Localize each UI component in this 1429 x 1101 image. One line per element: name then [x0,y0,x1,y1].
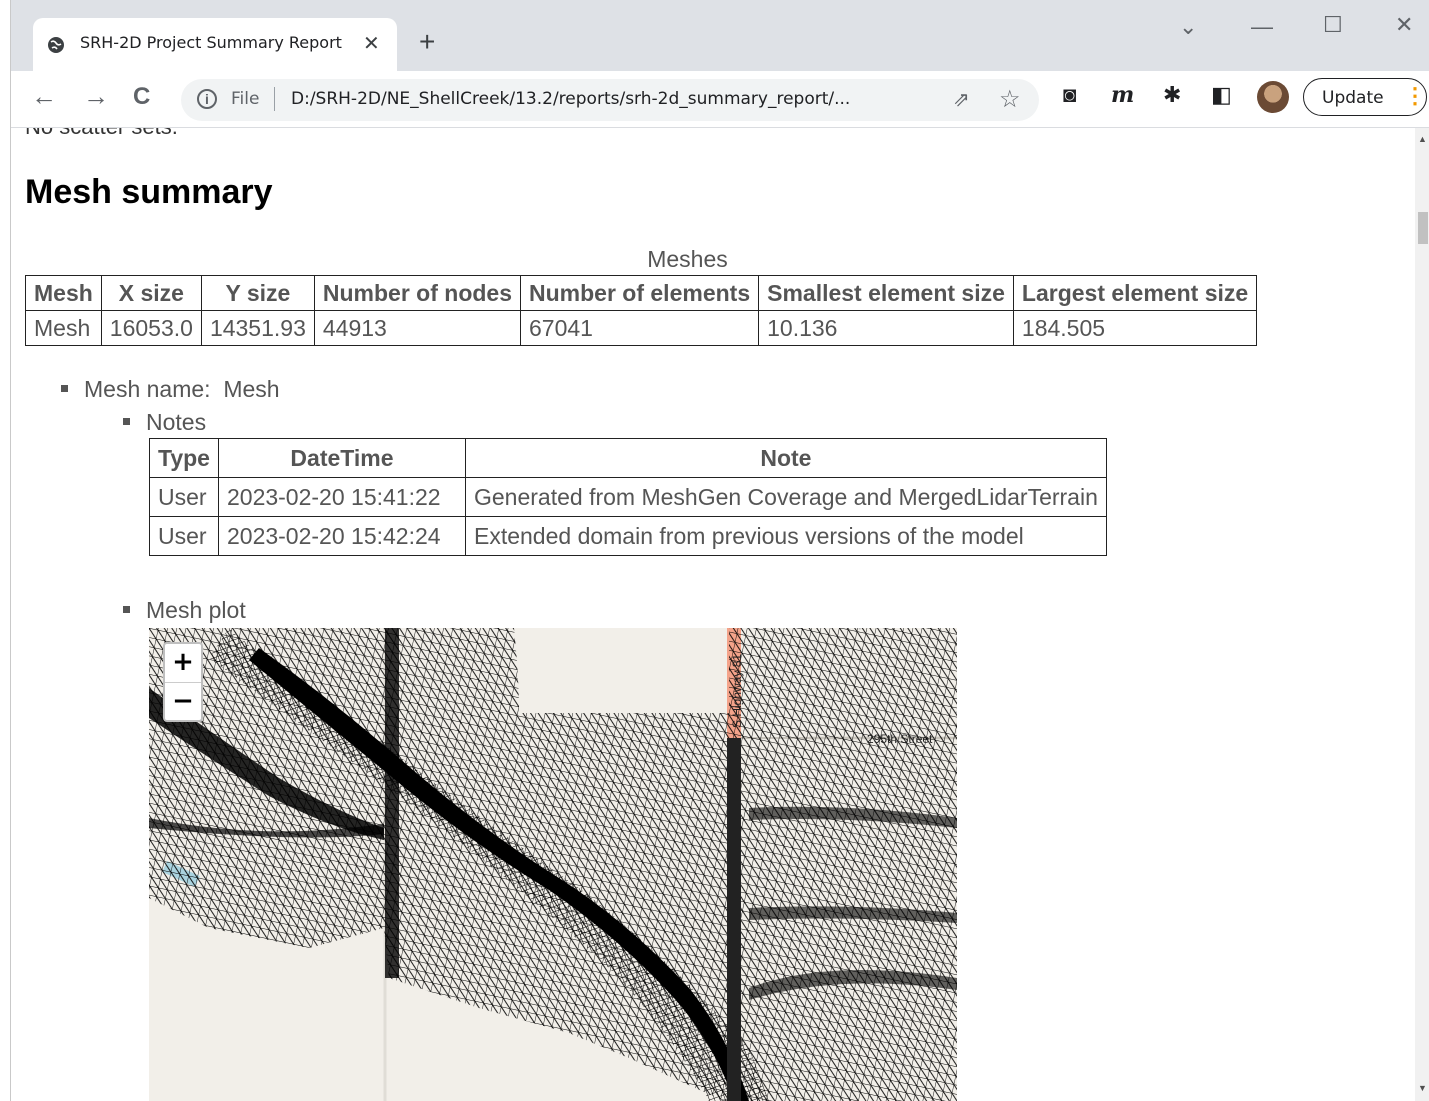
info-icon[interactable]: i [197,89,217,109]
side-panel-icon[interactable]: ◧ [1211,84,1232,106]
address-bar[interactable]: i File D:/SRH-2D/NE_ShellCreek/13.2/repo… [181,79,1039,121]
col-header: X size [100,275,202,311]
forward-arrow-icon[interactable]: → [83,83,109,109]
mesh-table: Mesh X size Y size Number of nodes Numbe… [25,275,1258,346]
table-cell: 2023-02-20 15:41:22 [217,477,466,517]
notes-table: Type DateTime Note User 2023-02-20 15:41… [149,438,1107,556]
cutoff-text: No scatter sets. [25,128,178,140]
table-cell: 2023-02-20 15:42:24 [217,516,466,556]
tab-title: SRH-2D Project Summary Report [80,33,342,52]
globe-icon [48,37,64,53]
col-header: Number of elements [519,275,760,311]
file-label: File [231,89,260,109]
col-header: Largest element size [1012,275,1258,311]
update-label: Update [1322,88,1384,108]
mesh-plot-svg: S Highway 81 295th Street [149,628,957,1101]
col-header: Mesh [25,275,102,311]
table-row: User 2023-02-20 15:41:22 Generated from … [149,477,1107,517]
back-arrow-icon[interactable]: ← [31,83,57,109]
m-extension-icon[interactable]: m [1111,84,1134,106]
table-cell: User [149,516,219,556]
table-header-row: Type DateTime Note [149,438,1107,478]
mesh-name-value: Mesh [223,376,280,402]
zoom-in-button[interactable]: + [165,644,201,683]
divider [274,87,275,111]
road-embankment-mesh [385,628,399,978]
close-window-icon[interactable]: ✕ [1395,12,1413,38]
mesh-plot-label: Mesh plot [146,597,246,623]
col-header: Y size [200,275,315,311]
mesh-plot-item: Mesh plot [123,597,246,624]
table-cell: 14351.93 [200,310,315,346]
maximize-icon[interactable]: ☐ [1323,12,1343,38]
menu-dots-icon[interactable]: ⋮ [1404,83,1426,109]
col-header: Note [464,438,1107,478]
mesh-name-item: Mesh name: Mesh [61,376,280,403]
bullet-marker [123,418,130,426]
zoom-out-button[interactable]: − [165,683,201,721]
tab-search-icon[interactable]: ⌄ [1179,14,1197,40]
table-cell: 184.505 [1012,310,1258,346]
page-content: No scatter sets. Mesh summary Meshes Mes… [11,128,1415,1101]
minimize-icon[interactable]: — [1251,14,1273,40]
table-header-row: Mesh X size Y size Number of nodes Numbe… [25,275,1258,311]
browser-window: SRH-2D Project Summary Report ✕ + ⌄ — ☐ … [10,0,1429,1101]
table-cell: Generated from MeshGen Coverage and Merg… [464,477,1107,517]
new-tab-button[interactable]: + [419,28,435,56]
table-cell: Extended domain from previous versions o… [464,516,1107,556]
tab-strip: SRH-2D Project Summary Report ✕ + ⌄ — ☐ … [11,0,1429,71]
mesh-name-label: Mesh name: [84,376,211,402]
street-label: 295th Street [867,732,933,746]
close-tab-icon[interactable]: ✕ [363,31,380,56]
browser-toolbar: ← → C i File D:/SRH-2D/NE_ShellCreek/13.… [11,71,1429,128]
bookmark-star-icon[interactable]: ☆ [999,85,1021,114]
highway-mesh [727,738,741,1101]
table-cell: 67041 [519,310,760,346]
col-header: Type [149,438,219,478]
table-caption: Meshes [647,246,728,272]
highway-label: S Highway 81 [730,654,744,728]
col-header: Number of nodes [313,275,522,311]
table-cell: 10.136 [758,310,1014,346]
extension-icon[interactable]: ◙ [1063,84,1076,106]
update-button[interactable]: Update ⋮ [1303,78,1427,116]
col-header: DateTime [217,438,466,478]
scroll-down-icon[interactable]: ▼ [1418,1083,1427,1093]
table-cell: Mesh [25,310,102,346]
share-icon[interactable]: ⇗ [953,87,970,112]
zoom-control: + − [163,642,203,722]
page-heading: Mesh summary [25,173,273,211]
table-cell: 16053.0 [100,310,202,346]
vertical-scrollbar[interactable]: ▲ ▼ [1415,128,1429,1101]
bullet-marker [123,606,130,614]
table-row: User 2023-02-20 15:42:24 Extended domain… [149,516,1107,556]
table-cell: 44913 [313,310,522,346]
notes-label: Notes [146,409,207,435]
col-header: Smallest element size [758,275,1014,311]
table-row: Mesh 16053.0 14351.93 44913 67041 10.136… [25,310,1258,346]
active-tab[interactable]: SRH-2D Project Summary Report ✕ [33,18,397,71]
reload-icon[interactable]: C [133,85,150,109]
url-text[interactable]: D:/SRH-2D/NE_ShellCreek/13.2/reports/srh… [291,89,850,109]
table-cell: User [149,477,219,517]
puzzle-extensions-icon[interactable]: ✱ [1163,84,1181,106]
scrollbar-thumb[interactable] [1418,212,1428,244]
bullet-marker [61,385,68,393]
notes-item: Notes [123,409,206,436]
mesh-plot-map[interactable]: S Highway 81 295th Street + − [149,628,957,1101]
profile-avatar[interactable] [1257,81,1289,113]
scroll-up-icon[interactable]: ▲ [1418,134,1427,144]
